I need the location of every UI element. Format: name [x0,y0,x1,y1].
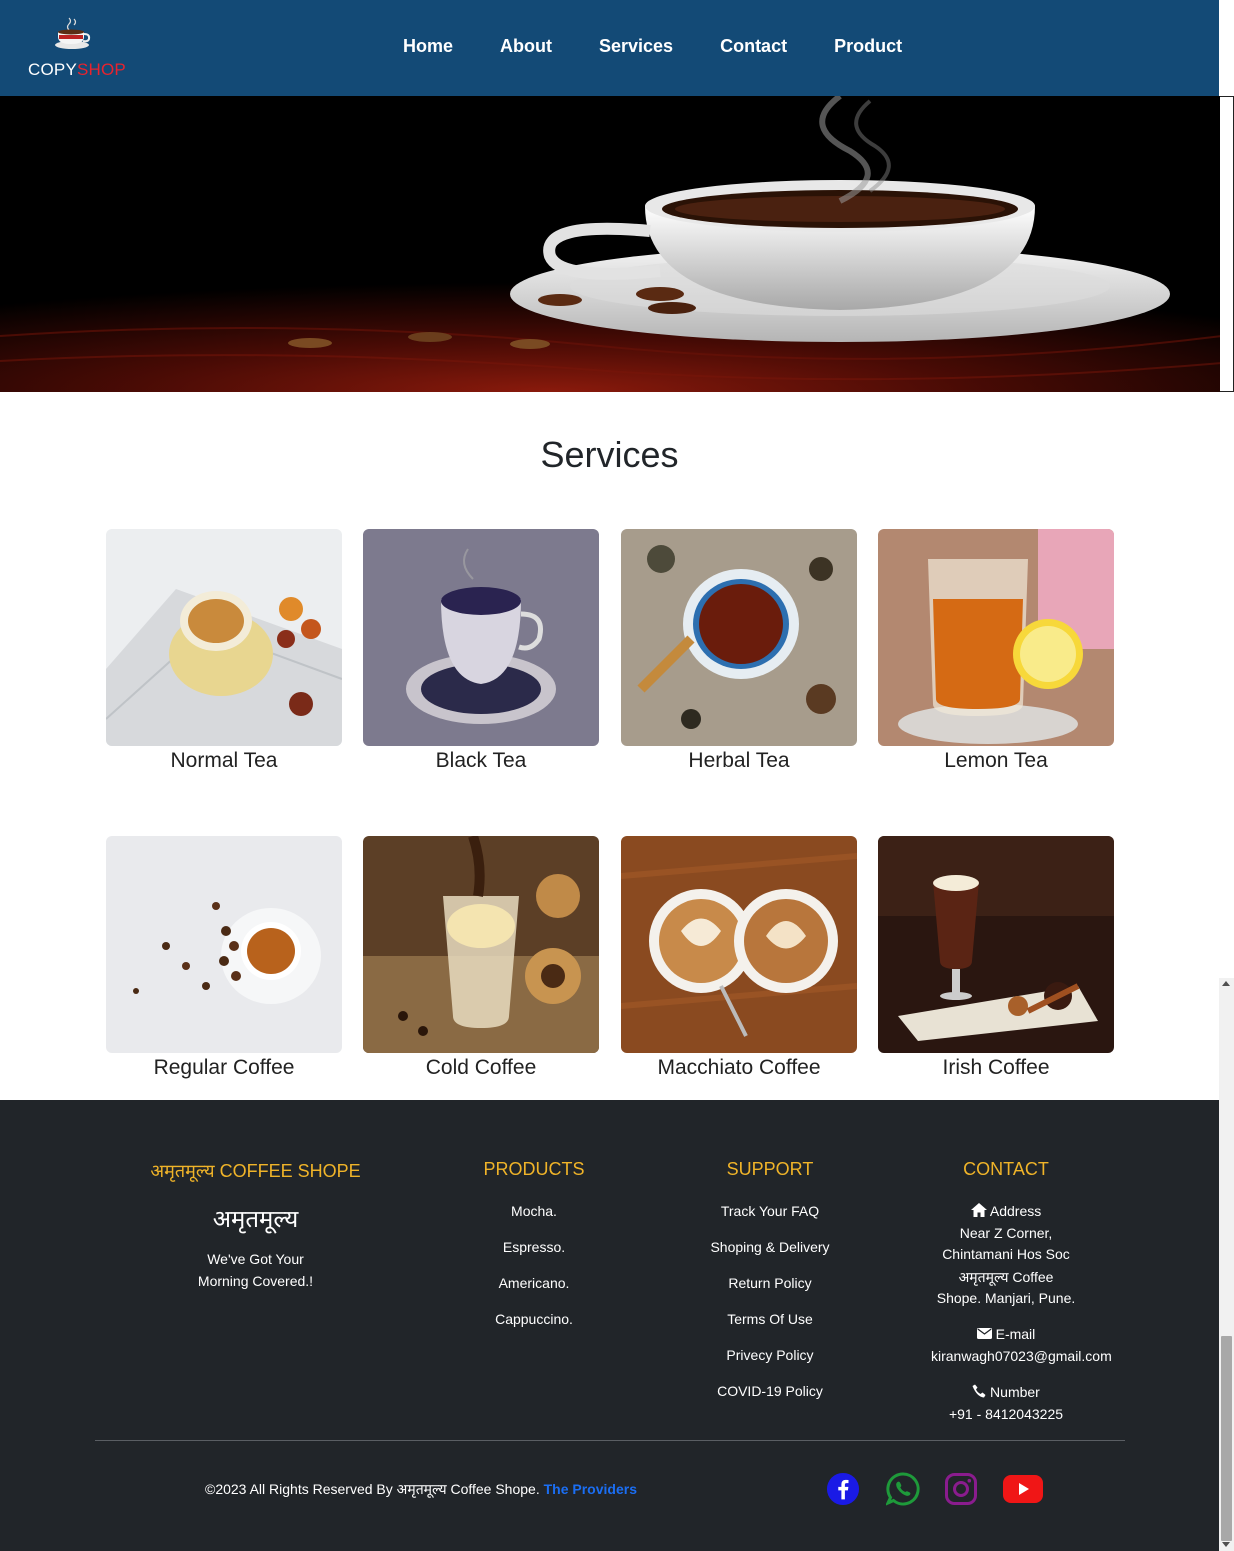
service-card-normal-tea[interactable]: Normal Tea [106,529,342,789]
card-caption: Normal Tea [170,749,278,772]
service-card-macchiato-coffee[interactable]: Macchiato Coffee [621,836,857,1096]
scroll-thumb[interactable] [1221,1336,1232,1541]
nav-product[interactable]: Product [834,36,902,57]
card-caption: Regular Coffee [153,1056,295,1079]
footer-support-title: SUPPORT [726,1159,814,1179]
footer-tagline-line2: Morning Covered.! [197,1273,314,1289]
herbal-tea-image [621,529,857,746]
nav-about[interactable]: About [500,36,552,57]
footer-number-value[interactable]: +91 - 8412043225 [906,1406,1106,1422]
card-caption: Macchiato Coffee [657,1056,821,1079]
nav-services[interactable]: Services [599,36,673,57]
nav-links: Home About Services Contact Product [380,36,949,57]
service-card-irish-coffee[interactable]: Irish Coffee [878,836,1114,1096]
service-card-regular-coffee[interactable]: Regular Coffee [106,836,342,1096]
footer-product-espresso[interactable]: Espresso. [434,1239,634,1255]
footer-products-title: PRODUCTS [483,1159,585,1179]
scroll-down-arrow-icon[interactable] [1222,1542,1230,1547]
service-card-herbal-tea[interactable]: Herbal Tea [621,529,857,789]
footer-product-mocha[interactable]: Mocha. [434,1203,634,1219]
footer-email-value[interactable]: kiranwagh07023@gmail.com [906,1348,1142,1364]
service-card-cold-coffee[interactable]: Cold Coffee [363,836,599,1096]
logo-text: COPYSHOP [28,60,126,79]
footer-address-line4: Shope. Manjari, Pune. [936,1290,1076,1306]
hero-banner [0,96,1222,392]
footer-number-label: Number [906,1384,1106,1400]
cold-coffee-image [363,836,599,1053]
footer-product-americano[interactable]: Americano. [434,1275,634,1291]
page: COPYSHOP Home About Services Contact Pro… [0,0,1234,1551]
black-tea-image [363,529,599,746]
footer-contact-title: CONTACT [963,1159,1049,1179]
footer-support-terms[interactable]: Terms Of Use [670,1311,870,1327]
regular-coffee-image [106,836,342,1053]
nav-contact[interactable]: Contact [720,36,787,57]
footer-tagline-line1: We've Got Your [207,1251,304,1267]
footer-support-faq[interactable]: Track Your FAQ [670,1203,870,1219]
envelope-icon [976,1328,992,1339]
footer-support-privacy[interactable]: Privecy Policy [670,1347,870,1363]
macchiato-coffee-image [621,836,857,1053]
hero-frame-edge [1220,96,1234,392]
irish-coffee-image [878,836,1114,1053]
footer-copyright: ©2023 All Rights Reserved By अमृतमूल्य C… [205,1481,637,1497]
instagram-icon[interactable] [944,1472,978,1506]
footer-address-line1: Near Z Corner, [959,1225,1053,1241]
footer-brand-title: अमृतमूल्य COFFEE SHOPE [150,1161,361,1181]
card-caption: Lemon Tea [944,749,1048,772]
coffee-cup-icon [55,17,91,49]
footer-support-delivery[interactable]: Shoping & Delivery [670,1239,870,1255]
card-caption: Herbal Tea [688,749,790,772]
logo[interactable]: COPYSHOP [28,14,138,84]
phone-icon [972,1384,986,1398]
card-caption: Black Tea [435,749,527,772]
navbar: COPYSHOP Home About Services Contact Pro… [0,0,1219,96]
scroll-up-arrow-icon[interactable] [1222,981,1230,986]
footer-product-cappuccino[interactable]: Cappuccino. [434,1311,634,1327]
normal-tea-image [106,529,342,746]
footer: अमृतमूल्य COFFEE SHOPE अमृतमूल्य We've G… [0,1100,1219,1551]
footer-address-line3: अमृतमूल्य Coffee [958,1269,1054,1285]
card-caption: Cold Coffee [425,1056,537,1079]
service-card-lemon-tea[interactable]: Lemon Tea [878,529,1114,789]
footer-support-covid[interactable]: COVID-19 Policy [670,1383,870,1399]
footer-address-line2: Chintamani Hos Soc [942,1246,1070,1262]
hero-coffee-image [0,96,1222,392]
service-card-black-tea[interactable]: Black Tea [363,529,599,789]
facebook-icon[interactable] [825,1472,861,1506]
nav-home[interactable]: Home [403,36,453,57]
youtube-icon[interactable] [1002,1472,1044,1506]
home-icon [970,1203,987,1217]
footer-divider [95,1440,1125,1441]
footer-email-label: E-mail [906,1326,1106,1342]
lemon-tea-image [878,529,1114,746]
services-title: Services [540,434,679,475]
providers-link[interactable]: The Providers [544,1481,637,1497]
footer-address-label: Address [906,1203,1106,1219]
footer-support-return[interactable]: Return Policy [670,1275,870,1291]
page-scrollbar[interactable] [1219,978,1234,1551]
card-caption: Irish Coffee [942,1056,1050,1079]
footer-brand-logo-text: अमृतमूल्य [212,1205,299,1233]
whatsapp-icon[interactable] [886,1472,920,1506]
